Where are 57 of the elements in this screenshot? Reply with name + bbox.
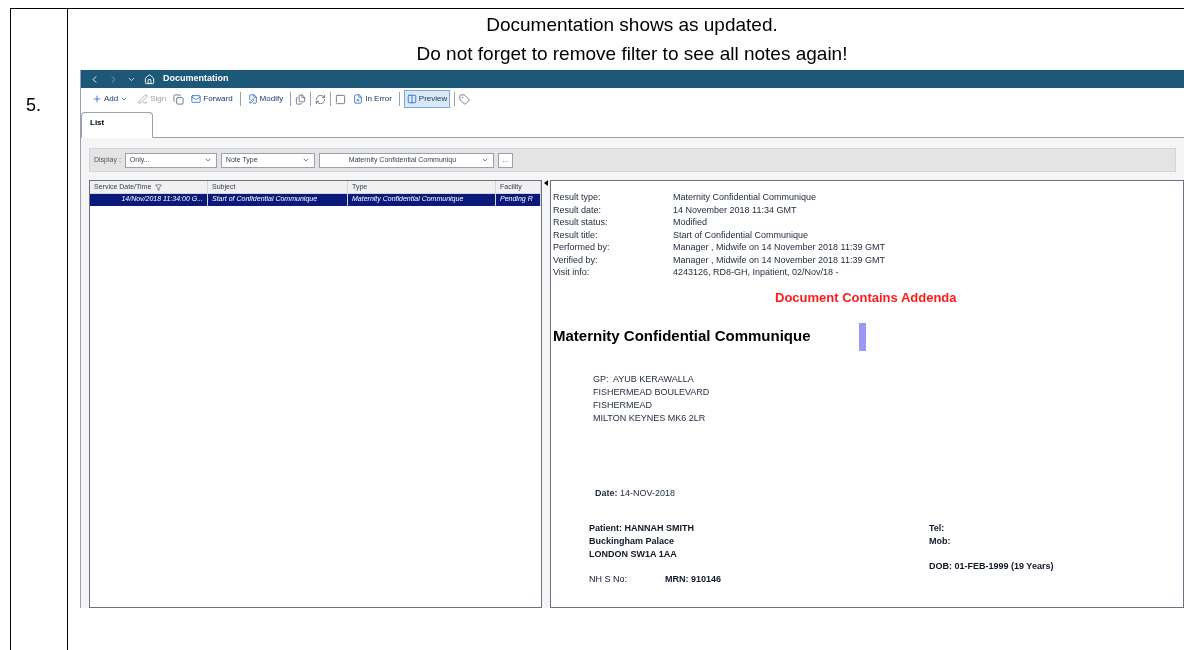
toolbar-button[interactable]: In Error	[350, 90, 395, 108]
field-value: Maternity Confidential Communique	[673, 191, 817, 204]
documents-icon[interactable]	[295, 93, 307, 105]
columns-icon	[406, 94, 417, 104]
marker-bar	[858, 322, 866, 351]
document-title: Maternity Confidential Communique	[553, 326, 811, 347]
contact-label: Mob:	[929, 535, 952, 548]
field-label: Result type:	[553, 191, 602, 204]
address-line: GP: AYUB KERAWALLA	[593, 372, 695, 386]
error-icon	[353, 94, 364, 104]
envelope-icon	[191, 94, 202, 104]
date-of-birth: DOB: 01-FEB-1999 (19 Years)	[929, 560, 1054, 573]
field-label: Visit info:	[553, 266, 591, 279]
address-line: FISHERMEAD BOULEVARD	[593, 385, 711, 399]
tag-icon[interactable]	[459, 93, 471, 105]
field-label: Result title:	[553, 228, 599, 241]
field-label: Result status:	[553, 216, 609, 229]
caret-icon	[480, 156, 489, 164]
window-title: Documentation	[163, 72, 229, 86]
toolbar-button[interactable]: Preview	[403, 90, 451, 108]
edit-icon	[247, 94, 258, 104]
patient-line: Patient: HANNAH SMITH	[589, 522, 695, 535]
caret-icon	[301, 156, 310, 164]
field-value: Modified	[673, 216, 708, 229]
field-value: Manager , Midwife on 14 November 2018 11:39 GMT	[673, 253, 885, 266]
filter-icon	[155, 183, 163, 191]
patient-line: LONDON SW1A 1AA	[589, 548, 678, 561]
field-label: Result date:	[553, 203, 603, 216]
caret-icon	[203, 156, 212, 164]
instruction-text: Documentation shows as updated.	[486, 13, 778, 37]
mrn-text: MRN: 910146	[665, 573, 722, 586]
copy-icon[interactable]	[173, 93, 185, 105]
addenda-notice: Document Contains Addenda	[775, 289, 957, 305]
contact-label: Tel:	[929, 522, 946, 535]
tab[interactable]: List	[81, 112, 153, 138]
toolbar-button[interactable]: Modify	[244, 90, 287, 108]
address-line: FISHERMEAD	[593, 398, 653, 412]
square-icon[interactable]	[335, 93, 347, 105]
step-number: 5.	[26, 95, 41, 115]
patient-line: Buckingham Palace	[589, 535, 676, 548]
toolbar-button[interactable]: Add	[89, 90, 132, 108]
field-value: 4243126, RD8-GH, Inpatient, 02/Nov/18 -	[673, 266, 839, 279]
pen-icon	[138, 94, 149, 104]
refresh-icon[interactable]	[315, 93, 327, 105]
toolbar-button[interactable]: Forward	[188, 90, 236, 108]
field-label: Performed by:	[553, 241, 611, 254]
plus-icon	[92, 94, 102, 104]
home-icon[interactable]	[144, 73, 155, 85]
nhs-number-label: NH S No:	[589, 573, 628, 586]
caret-icon	[120, 95, 129, 103]
field-value: Start of Confidential Communique	[673, 228, 809, 241]
field-value: Manager , Midwife on 14 November 2018 11:39 GMT	[673, 241, 885, 254]
address-line: MILTON KEYNES MK6 2LR	[593, 411, 707, 425]
document-date: Date: 14-NOV-2018	[595, 487, 676, 498]
field-value: 14 November 2018 11:34 GMT	[673, 203, 797, 216]
instruction-text: Do not forget to remove filter to see all notes again!	[416, 42, 848, 66]
field-label: Verified by:	[553, 253, 599, 266]
